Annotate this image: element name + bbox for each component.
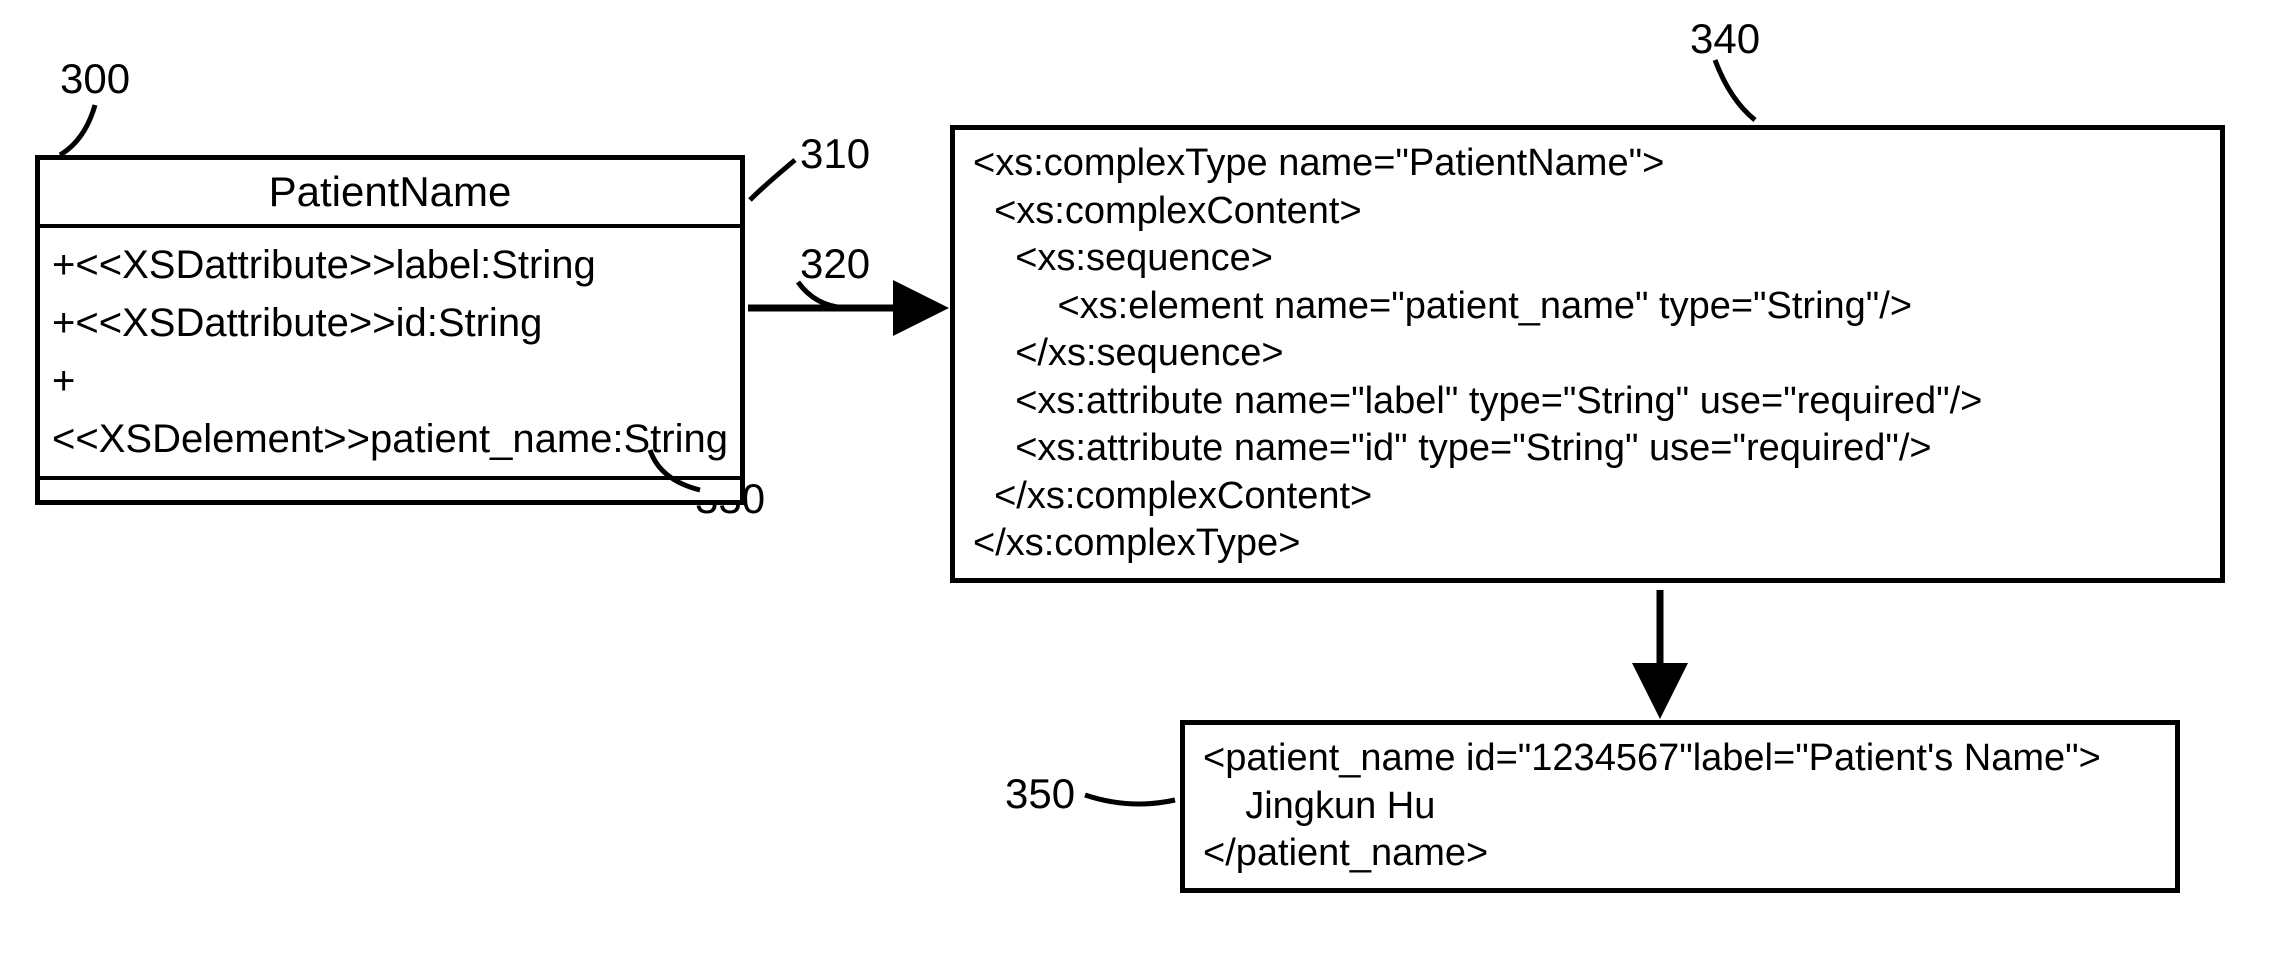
arrow-xsd-to-xml	[0, 0, 2272, 960]
